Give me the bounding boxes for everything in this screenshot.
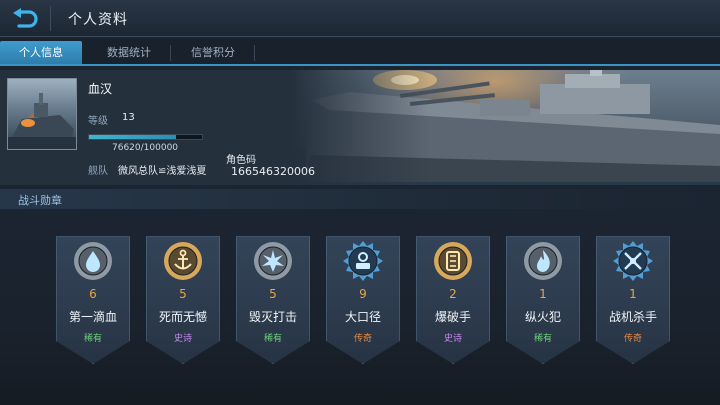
medal-count: 1: [629, 287, 637, 301]
tab-bar: 个人信息 数据统计 信誉积分: [0, 39, 720, 66]
crossed-planes-emblem-icon: [613, 241, 653, 281]
medal-count: 5: [269, 287, 277, 301]
medal-count: 2: [449, 287, 457, 301]
medal-rarity: 稀有: [533, 334, 552, 344]
medal-name: 第一滴血: [68, 310, 117, 324]
medal-rarity: 稀有: [263, 334, 282, 344]
medal-count: 1: [539, 287, 547, 301]
page-title: 个人资料: [68, 12, 128, 28]
medal-card[interactable]: 1 纵火犯 稀有: [506, 236, 580, 364]
header-divider: [50, 6, 51, 31]
medal-rarity: 传奇: [623, 334, 642, 344]
medal-card[interactable]: 6 第一滴血 稀有: [56, 236, 130, 364]
xp-progress-fill: [89, 135, 176, 139]
medal-count: 9: [359, 287, 367, 301]
medal-card[interactable]: 2 爆破手 史诗: [416, 236, 490, 364]
medal-name: 纵火犯: [524, 310, 561, 324]
flame-emblem-icon: [523, 241, 563, 281]
medal-card[interactable]: 5 死而无憾 史诗: [146, 236, 220, 364]
anchor-emblem-icon: [163, 241, 203, 281]
medal-name: 爆破手: [434, 310, 471, 324]
role-code-label: 角色码: [226, 155, 256, 166]
medal-name: 毁灭打击: [248, 310, 297, 324]
level-value: 13: [122, 112, 135, 123]
battleship-banner-image: [290, 70, 720, 185]
header-bar: 个人资料: [0, 0, 720, 37]
medal-rarity: 史诗: [443, 334, 462, 344]
medal-name: 大口径: [344, 310, 381, 324]
cannon-emblem-icon: [343, 241, 383, 281]
tab-divider: [170, 45, 171, 61]
tab-data-statistics[interactable]: 数据统计: [88, 41, 170, 64]
medal-list: 6 第一滴血 稀有 5 死而无憾 史诗 5 毁灭打击 稀有 9 大口径 传奇 2…: [0, 209, 720, 405]
medal-name: 战机杀手: [608, 310, 657, 324]
medal-count: 6: [89, 287, 97, 301]
medal-rarity: 史诗: [173, 334, 192, 344]
xp-text: 76620/100000: [112, 143, 179, 153]
fleet-label: 舰队: [88, 166, 108, 177]
role-code-value[interactable]: 166546320006: [231, 165, 315, 178]
tab-personal-info[interactable]: 个人信息: [0, 41, 82, 64]
tab-reputation-points[interactable]: 信誉积分: [172, 41, 254, 64]
medal-rarity: 稀有: [83, 334, 102, 344]
droplet-emblem-icon: [73, 241, 113, 281]
back-button[interactable]: [6, 4, 42, 33]
level-label: 等级: [88, 116, 108, 127]
section-header: 战斗勋章: [0, 189, 720, 209]
medal-card[interactable]: 1 战机杀手 传奇: [596, 236, 670, 364]
section-title: 战斗勋章: [18, 194, 62, 207]
player-name: 血汉: [88, 82, 113, 96]
profile-panel: 血汉 等级 13 76620/100000 舰队 微风总队≌浅爱浅夏 角色码 1…: [0, 70, 720, 185]
back-arrow-icon: [13, 7, 38, 28]
medal-name: 死而无憾: [158, 310, 207, 324]
xp-progress-bar: [88, 134, 203, 140]
fleet-name[interactable]: 微风总队≌浅爱浅夏: [118, 162, 206, 177]
medal-card[interactable]: 5 毁灭打击 稀有: [236, 236, 310, 364]
tab-divider: [254, 45, 255, 61]
torpedo-emblem-icon: [433, 241, 473, 281]
medal-card[interactable]: 9 大口径 传奇: [326, 236, 400, 364]
player-avatar[interactable]: [7, 78, 77, 150]
medal-rarity: 传奇: [353, 334, 372, 344]
medal-count: 5: [179, 287, 187, 301]
explosion-emblem-icon: [253, 241, 293, 281]
